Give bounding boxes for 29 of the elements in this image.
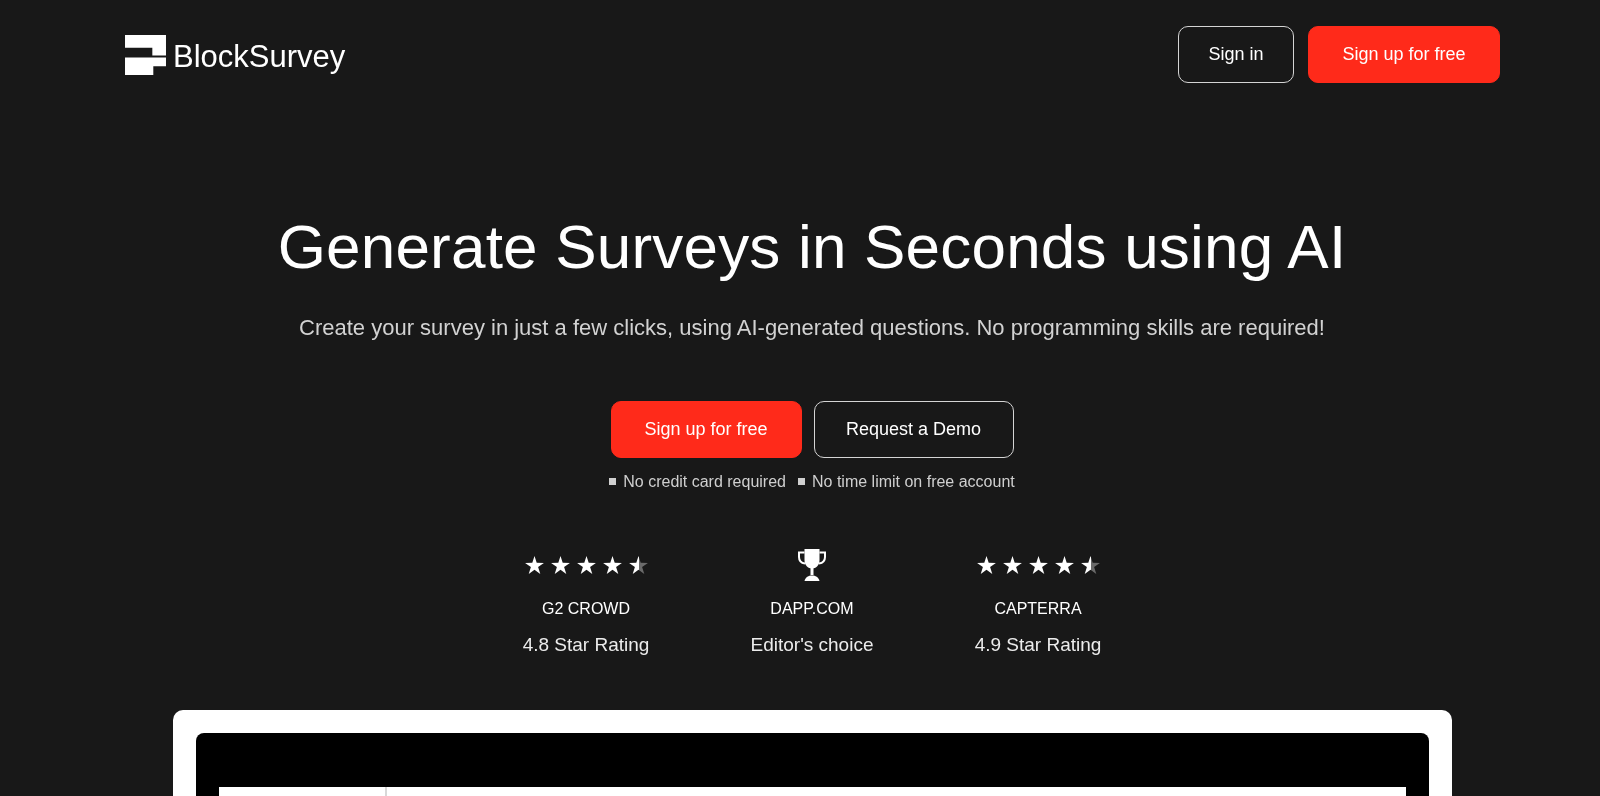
star-icon [1080, 556, 1100, 574]
demo-button[interactable]: Request a Demo [813, 401, 1014, 458]
rating-source: G2 CROWD [542, 599, 630, 619]
hero-title: Generate Surveys in Seconds using AI [277, 211, 1347, 283]
star-icon [628, 556, 648, 574]
star-icon [976, 556, 996, 574]
logo-icon [125, 34, 166, 75]
feature-note: No credit card required [623, 472, 786, 492]
rating-text: 4.9 Star Rating [974, 633, 1102, 657]
rating-source: DAPP.COM [770, 599, 854, 619]
rating-source: CAPTERRA [994, 599, 1082, 619]
signup-button[interactable]: Sign up for free [610, 401, 802, 458]
rating-text: Editor's choice [750, 633, 874, 657]
hero-subtitle: Create your survey in just a few clicks, using AI-generated questions. No programming skills are required! [299, 314, 1325, 342]
star-icon [576, 556, 596, 574]
square-bullet-icon [798, 478, 805, 485]
rating-text: 4.8 Star Rating [522, 633, 650, 657]
star-icon [1002, 556, 1022, 574]
square-bullet-icon [609, 478, 617, 485]
trophy-icon [796, 548, 828, 582]
star-icon [1054, 556, 1074, 574]
logo-text[interactable]: BlockSurvey [173, 37, 346, 72]
signin-button[interactable]: Sign in [1178, 26, 1294, 83]
star-icon [524, 556, 544, 574]
star-icon [550, 556, 570, 574]
star-icon [602, 556, 622, 574]
star-icon [1028, 556, 1048, 574]
signup-button[interactable]: Sign up for free [1308, 26, 1500, 83]
feature-note: No time limit on free account [812, 472, 1015, 492]
